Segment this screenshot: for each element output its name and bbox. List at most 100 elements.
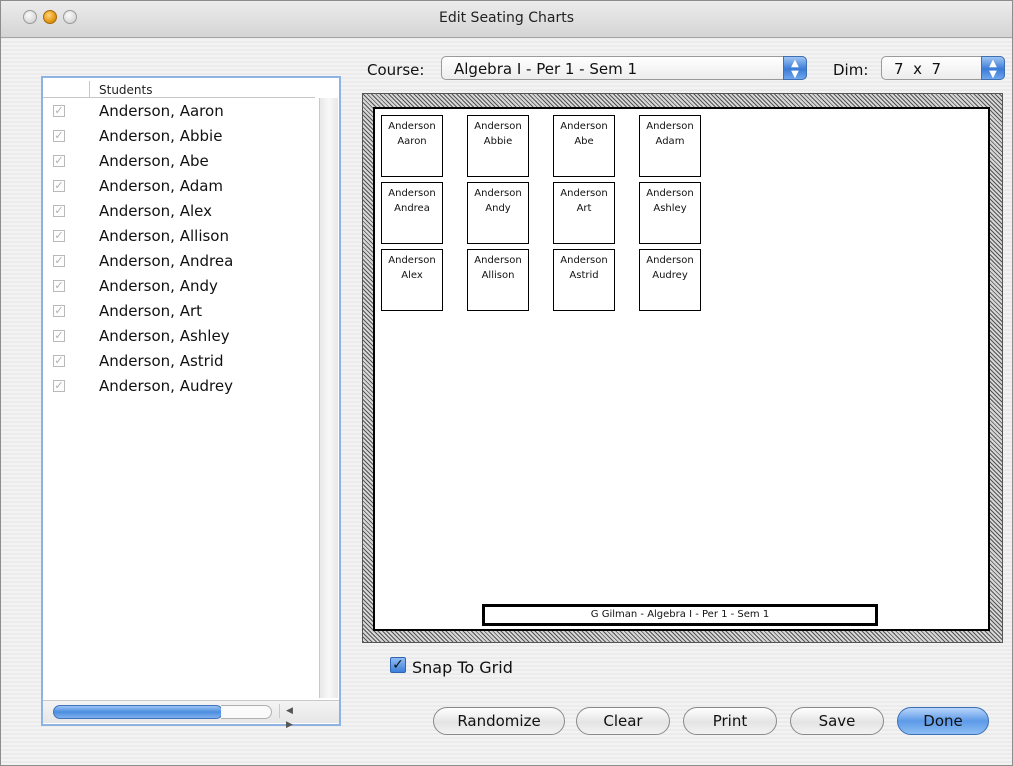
seat-first-name: Abe <box>574 136 594 147</box>
seat-card[interactable]: Anderson Aaron <box>381 115 443 177</box>
seat-card[interactable]: Anderson Alex <box>381 249 443 311</box>
seat-last-name: Anderson <box>474 255 522 266</box>
seat-last-name: Anderson <box>560 255 608 266</box>
seat-card[interactable]: Anderson Andy <box>467 182 529 244</box>
seat-last-name: Anderson <box>388 188 436 199</box>
seat-card[interactable]: Anderson Andrea <box>381 182 443 244</box>
seat-card[interactable]: Anderson Adam <box>639 115 701 177</box>
seat-first-name: Andrea <box>394 203 430 214</box>
student-checkbox[interactable]: ✓ <box>53 105 65 117</box>
seat-card[interactable]: Anderson Abbie <box>467 115 529 177</box>
list-item[interactable]: ✓ Anderson, Aaron <box>43 102 315 127</box>
student-checkbox[interactable]: ✓ <box>53 255 65 267</box>
seat-card[interactable]: Anderson Astrid <box>553 249 615 311</box>
dim-select[interactable]: 7 x 7 ▲ ▼ <box>881 56 1005 80</box>
student-name: Anderson, Andy <box>99 277 218 295</box>
student-checkbox[interactable]: ✓ <box>53 355 65 367</box>
student-name: Anderson, Alex <box>99 202 212 220</box>
randomize-button[interactable]: Randomize <box>433 707 565 735</box>
seat-card[interactable]: Anderson Allison <box>467 249 529 311</box>
checkmark-icon: ✓ <box>54 254 64 267</box>
scroll-arrows-icon[interactable]: ◀ ▶ <box>279 704 317 730</box>
clear-button[interactable]: Clear <box>576 707 670 735</box>
seat-last-name: Anderson <box>646 188 694 199</box>
list-item[interactable]: ✓ Anderson, Abbie <box>43 127 315 152</box>
seat-last-name: Anderson <box>388 255 436 266</box>
student-checkbox[interactable]: ✓ <box>53 205 65 217</box>
student-checkbox[interactable]: ✓ <box>53 305 65 317</box>
done-button[interactable]: Done <box>897 707 989 735</box>
seat-first-name: Allison <box>481 270 515 281</box>
student-checkbox[interactable]: ✓ <box>53 130 65 142</box>
student-name: Anderson, Astrid <box>99 352 224 370</box>
students-list[interactable]: Students ✓ Anderson, Aaron ✓ Anderson, Abbi… <box>41 76 341 730</box>
checkmark-icon: ✓ <box>54 154 64 167</box>
popup-arrows-icon: ▲ ▼ <box>981 56 1005 80</box>
vertical-scrollbar[interactable] <box>319 98 338 698</box>
student-name: Anderson, Andrea <box>99 252 234 270</box>
student-name: Anderson, Allison <box>99 227 229 245</box>
checkmark-icon: ✓ <box>54 129 64 142</box>
student-name: Anderson, Abbie <box>99 127 223 145</box>
save-button[interactable]: Save <box>790 707 884 735</box>
list-item[interactable]: ✓ Anderson, Allison <box>43 227 315 252</box>
horizontal-scroll-thumb[interactable] <box>53 705 223 719</box>
course-select[interactable]: Algebra I - Per 1 - Sem 1 ▲ ▼ <box>441 56 807 80</box>
student-name: Anderson, Art <box>99 302 203 320</box>
checkmark-icon: ✓ <box>54 179 64 192</box>
list-item[interactable]: ✓ Anderson, Andrea <box>43 252 315 277</box>
seat-first-name: Andy <box>485 203 511 214</box>
seat-first-name: Alex <box>401 270 423 281</box>
seating-chart-caption[interactable]: G Gilman - Algebra I - Per 1 - Sem 1 <box>482 604 878 626</box>
horizontal-scroll-track[interactable] <box>221 705 272 719</box>
seat-first-name: Adam <box>655 136 685 147</box>
seat-card[interactable]: Anderson Abe <box>553 115 615 177</box>
list-item[interactable]: ✓ Anderson, Art <box>43 302 315 327</box>
list-item[interactable]: ✓ Anderson, Astrid <box>43 352 315 377</box>
checkmark-icon: ✓ <box>54 354 64 367</box>
list-item[interactable]: ✓ Anderson, Andy <box>43 277 315 302</box>
student-checkbox[interactable]: ✓ <box>53 330 65 342</box>
dim-label: Dim: <box>833 61 869 79</box>
seat-first-name: Abbie <box>483 136 513 147</box>
student-checkbox[interactable]: ✓ <box>53 230 65 242</box>
checkmark-icon: ✓ <box>54 379 64 392</box>
students-column-header[interactable]: Students <box>99 83 153 97</box>
seating-chart-area[interactable]: G Gilman - Algebra I - Per 1 - Sem 1 And… <box>373 107 990 631</box>
dim-select-value: 7 x 7 <box>894 60 942 78</box>
list-item[interactable]: ✓ Anderson, Alex <box>43 202 315 227</box>
horizontal-scrollbar[interactable]: ◀ ▶ <box>43 700 339 730</box>
seat-card[interactable]: Anderson Audrey <box>639 249 701 311</box>
seat-last-name: Anderson <box>646 255 694 266</box>
course-select-value: Algebra I - Per 1 - Sem 1 <box>454 60 638 78</box>
print-button[interactable]: Print <box>683 707 777 735</box>
edit-seating-charts-window: Edit Seating Charts Students ✓ Anderson, … <box>0 0 1013 766</box>
seat-card[interactable]: Anderson Ashley <box>639 182 701 244</box>
list-item[interactable]: ✓ Anderson, Ashley <box>43 327 315 352</box>
checkmark-icon: ✓ <box>54 279 64 292</box>
list-item[interactable]: ✓ Anderson, Adam <box>43 177 315 202</box>
checkmark-icon: ✓ <box>54 329 64 342</box>
seat-last-name: Anderson <box>474 121 522 132</box>
seat-card[interactable]: Anderson Art <box>553 182 615 244</box>
seat-last-name: Anderson <box>388 121 436 132</box>
list-item[interactable]: ✓ Anderson, Abe <box>43 152 315 177</box>
student-checkbox[interactable]: ✓ <box>53 280 65 292</box>
student-checkbox[interactable]: ✓ <box>53 380 65 392</box>
list-item[interactable]: ✓ Anderson, Audrey <box>43 377 315 402</box>
snap-to-grid-label[interactable]: Snap To Grid <box>412 658 513 677</box>
column-separator <box>89 81 90 97</box>
student-name: Anderson, Adam <box>99 177 224 195</box>
seat-first-name: Aaron <box>397 136 427 147</box>
student-checkbox[interactable]: ✓ <box>53 155 65 167</box>
seat-last-name: Anderson <box>646 121 694 132</box>
students-list-header[interactable]: Students <box>43 81 315 98</box>
title-bar[interactable]: Edit Seating Charts <box>1 1 1012 38</box>
checkmark-icon: ✓ <box>54 229 64 242</box>
seat-last-name: Anderson <box>560 121 608 132</box>
snap-to-grid-checkbox[interactable]: ✓ <box>390 657 406 673</box>
seating-chart-frame: G Gilman - Algebra I - Per 1 - Sem 1 And… <box>362 93 1003 643</box>
seat-first-name: Ashley <box>653 203 687 214</box>
seat-last-name: Anderson <box>474 188 522 199</box>
student-checkbox[interactable]: ✓ <box>53 180 65 192</box>
